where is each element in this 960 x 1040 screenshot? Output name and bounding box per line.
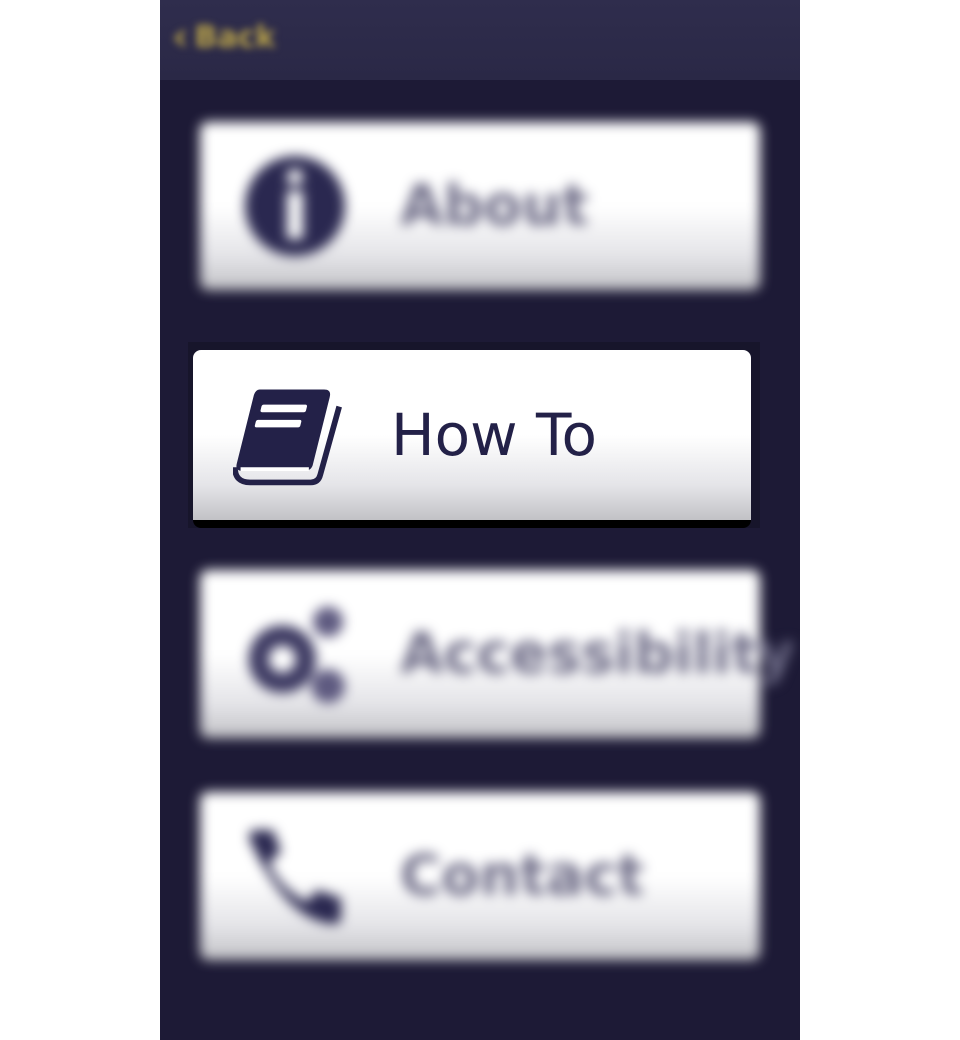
chevron-left-icon: ‹	[172, 14, 189, 60]
menu-item-label: How To	[391, 401, 598, 469]
book-icon	[233, 380, 343, 490]
phone-icon	[240, 821, 350, 931]
menu-item-about[interactable]: About	[200, 122, 760, 290]
menu-item-label: Contact	[400, 843, 644, 909]
menu-item-how-to[interactable]: How To	[193, 350, 751, 528]
back-label: Back	[194, 19, 276, 55]
back-button[interactable]: ‹ Back	[172, 12, 275, 62]
menu-item-label: Accessibility	[400, 621, 795, 687]
app-screen: ‹ Back About How To Accessibility Contac…	[160, 0, 800, 1040]
top-bar: ‹ Back	[160, 0, 800, 80]
gears-icon	[240, 599, 350, 709]
menu-item-contact[interactable]: Contact	[200, 792, 760, 960]
menu-item-label: About	[400, 173, 589, 239]
info-icon	[240, 151, 350, 261]
menu-item-accessibility[interactable]: Accessibility	[200, 570, 795, 738]
